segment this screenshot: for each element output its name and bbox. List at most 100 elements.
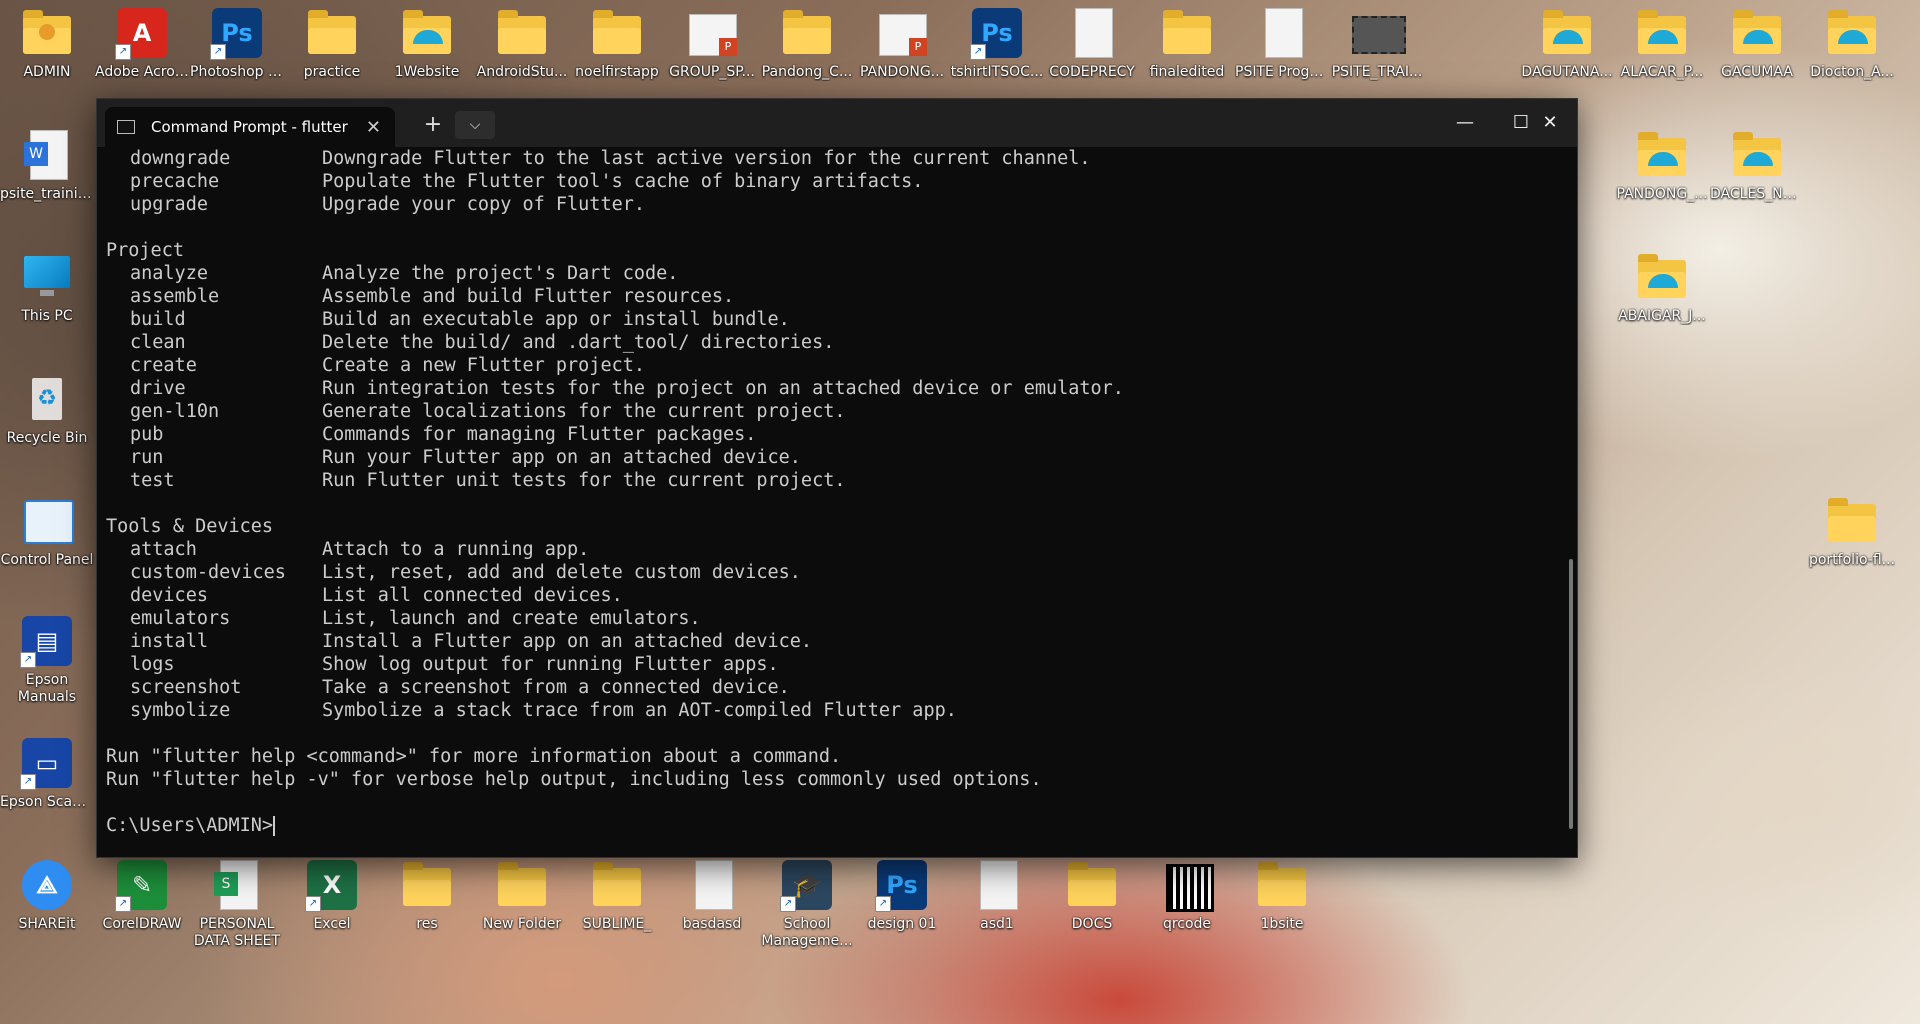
new-tab-button[interactable]: + <box>417 111 449 139</box>
tab-title: Command Prompt - flutter <box>151 118 348 136</box>
pc-icon <box>20 250 74 304</box>
desktop-icon[interactable]: P GROUP_SP... <box>665 6 759 81</box>
desktop-icon[interactable]: ADMIN <box>0 6 94 81</box>
desktop-icon[interactable]: 🎓 ↗ School Manageme... <box>760 858 854 950</box>
desktop-icon-label: AndroidStu... <box>476 64 568 80</box>
desktop-icon[interactable]: asd1 <box>950 858 1044 933</box>
desktop-icon[interactable]: New Folder <box>475 858 569 933</box>
terminal-line: gen-l10n Generate localizations for the c… <box>106 400 1563 423</box>
close-button[interactable]: ✕ <box>1523 99 1577 147</box>
desktop-icon-label: PSITE_TRAI... <box>1331 64 1423 80</box>
word-icon: W <box>20 128 74 182</box>
desktop-icon-label: DACLES_NE... <box>1710 186 1804 202</box>
edge-folder-icon <box>1540 6 1594 60</box>
user-folder-icon <box>20 6 74 60</box>
desktop-icon[interactable]: 1Website <box>380 6 474 81</box>
edge-folder-icon <box>1635 128 1689 182</box>
desktop-icon[interactable]: Diocton_A... <box>1805 6 1899 81</box>
terminal-window[interactable]: Command Prompt - flutter ✕ + ⌵ — ☐ ✕ dow… <box>96 98 1578 858</box>
desktop-icon[interactable]: qrcode <box>1140 858 1234 933</box>
edge-folder-icon <box>1825 6 1879 60</box>
terminal-line: symbolize Symbolize a stack trace from an… <box>106 699 1563 722</box>
tab-dropdown-button[interactable]: ⌵ <box>455 111 495 139</box>
desktop-icon[interactable]: finaledited <box>1140 6 1234 81</box>
desktop-icon-label: Epson Manuals <box>17 672 77 705</box>
command-description: Populate the Flutter tool's cache of bin… <box>322 171 924 192</box>
desktop-icon[interactable]: Ps ↗ tshirtITSOC... <box>950 6 1044 81</box>
desktop-icon-label: finaledited <box>1149 64 1225 80</box>
desktop-icon[interactable]: DACLES_NE... <box>1710 128 1804 203</box>
desktop-icon[interactable]: This PC <box>0 250 94 325</box>
terminal-line: Tools & Devices <box>106 516 274 537</box>
desktop-icon[interactable]: SUBLIME_ <box>570 858 664 933</box>
desktop-icon[interactable]: 1bsite <box>1235 858 1329 933</box>
command-name: logs <box>130 654 175 675</box>
desktop-icon-label: CODEPRECY <box>1049 64 1135 80</box>
desktop-icon[interactable]: Ps ↗ design 01 <box>855 858 949 933</box>
tab-command-prompt[interactable]: Command Prompt - flutter ✕ <box>105 107 395 147</box>
desktop-icon[interactable]: S PERSONAL DATA SHEET <box>190 858 284 950</box>
terminal-line: upgrade Upgrade your copy of Flutter. <box>106 193 1563 216</box>
folder-icon <box>1160 6 1214 60</box>
title-bar[interactable]: Command Prompt - flutter ✕ + ⌵ — ☐ ✕ <box>97 99 1577 147</box>
terminal-line: Run "flutter help <command>" for more in… <box>106 746 842 767</box>
command-name: screenshot <box>130 677 242 698</box>
desktop-icon[interactable]: Ps↗ Photoshop CS6 <box>190 6 284 81</box>
doc-icon <box>970 858 1024 912</box>
desktop-icon[interactable]: Control Panel <box>0 494 94 569</box>
desktop-icon[interactable]: ▭ ↗ Epson Scan 2 <box>0 736 94 811</box>
desktop-icon-label: New Folder <box>482 916 562 932</box>
scrollbar[interactable] <box>1569 559 1573 829</box>
desktop-icon[interactable]: X ↗ Excel <box>285 858 379 933</box>
desktop-icon[interactable]: ALACAR_P... <box>1615 6 1709 81</box>
desktop-icon[interactable]: P PANDONG... <box>855 6 949 81</box>
desktop-icon-label: asd1 <box>980 916 1014 932</box>
terminal-line: run Run your Flutter app on an attached d… <box>106 446 1563 469</box>
desktop-icon[interactable]: CODEPRECY <box>1045 6 1139 81</box>
terminal-line: custom-devices List, reset, add and delet… <box>106 561 1563 584</box>
desktop-icon[interactable]: res <box>380 858 474 933</box>
folder-icon <box>400 858 454 912</box>
desktop-icon[interactable]: Wpsite_trainin... <box>0 128 94 203</box>
desktop-icon[interactable]: ABAIGAR_J... <box>1615 250 1709 325</box>
terminal-line: build Build an executable app or install … <box>106 308 1563 331</box>
edge-folder-icon <box>400 6 454 60</box>
desktop-icon[interactable]: PSITE Program... <box>1235 6 1329 81</box>
desktop-icon[interactable]: practice <box>285 6 379 81</box>
desktop-icon[interactable]: PSITE_TRAI... <box>1330 6 1424 81</box>
desktop-icon[interactable]: DAGUTANA... <box>1520 6 1614 81</box>
desktop-icon[interactable]: PANDONG_... <box>1615 128 1709 203</box>
terminal-line: emulators List, launch and create emulato… <box>106 607 1563 630</box>
desktop-icon[interactable]: ✎ ↗ CorelDRAW <box>95 858 189 933</box>
command-description: Delete the build/ and .dart_tool/ direct… <box>322 332 835 353</box>
desktop-icon[interactable]: GACUMAA <box>1710 6 1804 81</box>
ppt-icon: P <box>875 6 929 60</box>
desktop-icon[interactable]: portfolio-fl... <box>1805 494 1899 569</box>
desktop-icon[interactable]: A ↗ Adobe Acrobat <box>95 6 189 81</box>
desktop-icon[interactable]: Pandong_C... <box>760 6 854 81</box>
minimize-button[interactable]: — <box>1437 99 1493 147</box>
desktop-icon[interactable]: AndroidStu... <box>475 6 569 81</box>
desktop-icon[interactable]: ♻ Recycle Bin <box>0 372 94 447</box>
desktop-icon-label: noelfirstapp <box>575 64 659 80</box>
tab-close-icon[interactable]: ✕ <box>366 117 381 138</box>
desktop-icon[interactable]: noelfirstapp <box>570 6 664 81</box>
terminal-output[interactable]: downgrade Downgrade Flutter to the last a… <box>97 147 1563 857</box>
desktop-icon[interactable]: ⟁ SHAREit <box>0 858 94 933</box>
command-name: test <box>130 470 175 491</box>
desktop-icon-label: School Manageme... <box>761 916 853 949</box>
terminal-line: pub Commands for managing Flutter package… <box>106 423 1563 446</box>
desktop-icon-label: Epson Scan 2 <box>0 794 94 810</box>
photoshop-icon: Ps ↗ <box>210 6 264 60</box>
command-description: List, reset, add and delete custom devic… <box>322 562 801 583</box>
desktop-icon-label: qrcode <box>1162 916 1212 932</box>
desktop-icon-label: SUBLIME_ <box>582 916 652 932</box>
desktop-icon[interactable]: DOCS <box>1045 858 1139 933</box>
desktop-icon[interactable]: ▤ ↗ Epson Manuals <box>0 614 94 706</box>
desktop-icon-label: DOCS <box>1071 916 1113 932</box>
desktop-icon-label: portfolio-fl... <box>1808 552 1896 568</box>
command-prompt[interactable]: C:\Users\ADMIN> <box>106 814 1563 837</box>
desktop-icon[interactable]: basdasd <box>665 858 759 933</box>
terminal-line: precache Populate the Flutter tool's cach… <box>106 170 1563 193</box>
